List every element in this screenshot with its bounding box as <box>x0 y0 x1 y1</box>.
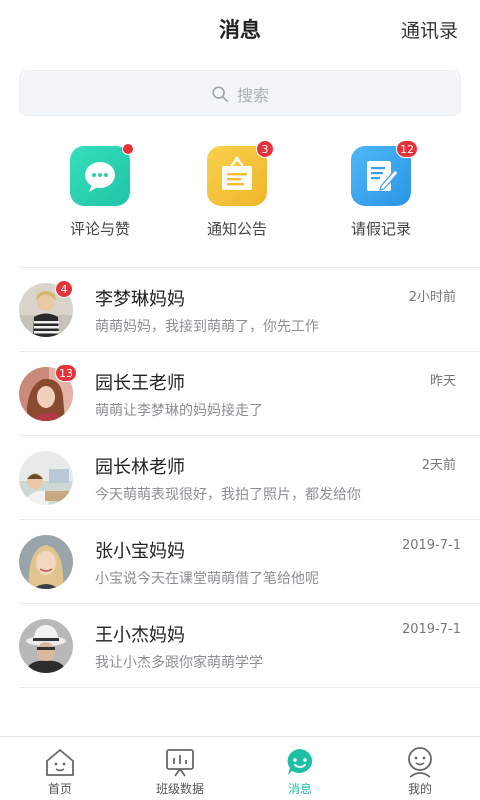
list-item[interactable]: 园长林老师 今天萌萌表现很好，我拍了照片，都发给你 2天前 <box>0 436 480 520</box>
message-time: 2小时前 <box>408 290 456 305</box>
message-preview: 我让小杰多跟你家萌萌学学 <box>95 655 263 671</box>
unread-badge: 13 <box>55 364 77 382</box>
list-item[interactable]: 王小杰妈妈 我让小杰多跟你家萌萌学学 2019-7-1 <box>0 604 480 688</box>
profile-icon <box>408 747 432 778</box>
message-preview: 今天萌萌表现很好，我拍了照片，都发给你 <box>95 487 361 503</box>
avatar <box>19 535 73 589</box>
home-icon <box>46 749 74 776</box>
notice-board-icon: 3 <box>207 140 274 206</box>
data-board-icon <box>166 749 194 777</box>
chat-bubble-icon <box>70 143 134 206</box>
quick-label: 评论与赞 <box>69 220 130 238</box>
avatar: 4 <box>19 280 73 337</box>
message-preview: 小宝说今天在课堂萌萌借了笔给他呢 <box>95 571 319 587</box>
contact-name: 李梦琳妈妈 <box>95 289 185 310</box>
tab-class-data[interactable]: 班级数据 <box>120 745 240 797</box>
tab-home[interactable]: 首页 <box>0 745 120 797</box>
message-list: 4 李梦琳妈妈 萌萌妈妈，我接到萌萌了，你先工作 2小时前 13 园长王老师 萌… <box>0 268 480 688</box>
unread-dot <box>122 143 134 155</box>
quick-label: 通知公告 <box>206 220 267 238</box>
message-time: 2019-7-1 <box>401 622 461 637</box>
avatar: 13 <box>19 364 77 421</box>
message-time: 昨天 <box>429 374 456 389</box>
quick-comments-likes[interactable]: 评论与赞 <box>45 143 155 239</box>
tab-label: 首页 <box>47 782 72 796</box>
notice-badge: 3 <box>256 140 274 158</box>
tab-bar: 首页 班级数据 消息 我的 <box>0 736 480 800</box>
header: 消息 通讯录 <box>0 0 480 58</box>
quick-label: 请假记录 <box>350 220 411 238</box>
avatar <box>19 619 73 673</box>
search-placeholder: 搜索 <box>236 86 269 105</box>
message-preview: 萌萌让李梦琳的妈妈接走了 <box>95 403 263 419</box>
leave-badge: 12 <box>396 140 418 158</box>
tab-label: 班级数据 <box>155 782 204 796</box>
tab-label: 我的 <box>407 782 432 796</box>
search-input[interactable]: 搜索 <box>19 70 461 116</box>
list-item[interactable]: 13 园长王老师 萌萌让李梦琳的妈妈接走了 昨天 <box>0 352 480 436</box>
unread-badge: 4 <box>55 280 73 298</box>
message-preview: 萌萌妈妈，我接到萌萌了，你先工作 <box>95 319 319 335</box>
message-time: 2019-7-1 <box>401 538 461 553</box>
tab-profile[interactable]: 我的 <box>360 745 480 797</box>
tab-messages[interactable]: 消息 <box>240 745 360 797</box>
search-icon <box>212 86 228 103</box>
message-icon <box>287 749 313 775</box>
message-time: 2天前 <box>421 458 456 473</box>
quick-leave-records[interactable]: 12 请假记录 <box>326 140 436 239</box>
contact-name: 王小杰妈妈 <box>95 625 185 646</box>
quick-actions: 评论与赞 3 通知公告 12 请假记录 <box>0 140 480 246</box>
list-item[interactable]: 4 李梦琳妈妈 萌萌妈妈，我接到萌萌了，你先工作 2小时前 <box>0 268 480 352</box>
contact-name: 园长林老师 <box>95 457 185 478</box>
tab-label: 消息 <box>287 782 312 796</box>
avatar <box>19 451 73 505</box>
quick-notices[interactable]: 3 通知公告 <box>182 140 292 239</box>
edit-note-icon: 12 <box>351 140 418 206</box>
contacts-link[interactable]: 通讯录 <box>401 16 458 43</box>
list-item[interactable]: 张小宝妈妈 小宝说今天在课堂萌萌借了笔给他呢 2019-7-1 <box>0 520 480 604</box>
contact-name: 张小宝妈妈 <box>95 541 185 562</box>
contact-name: 园长王老师 <box>95 373 185 394</box>
